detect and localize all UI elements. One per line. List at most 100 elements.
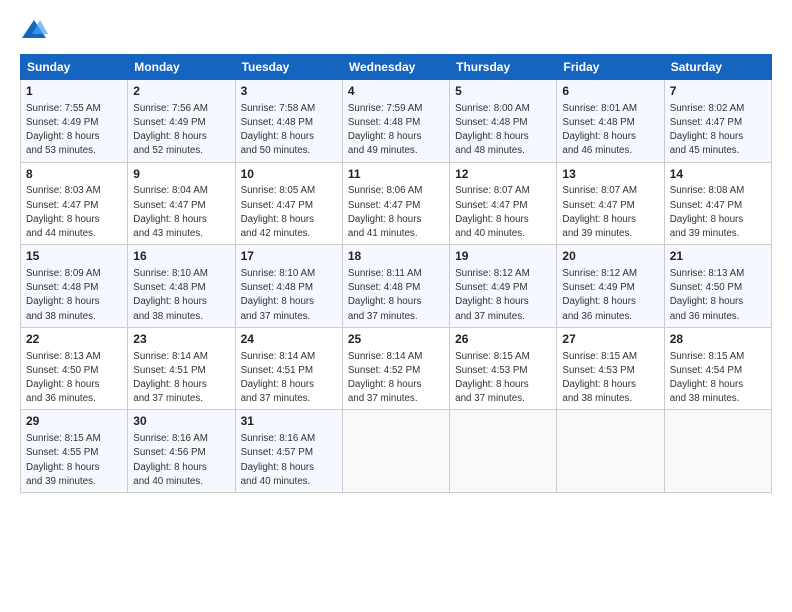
day-number: 19: [455, 248, 551, 265]
logo: [20, 16, 52, 44]
cell-content: Sunrise: 8:05 AM Sunset: 4:47 PM Dayligh…: [241, 184, 337, 241]
cell-content: Sunrise: 8:14 AM Sunset: 4:51 PM Dayligh…: [133, 350, 229, 407]
day-number: 13: [562, 166, 658, 183]
cell-content: Sunrise: 8:15 AM Sunset: 4:53 PM Dayligh…: [562, 350, 658, 407]
col-header-tuesday: Tuesday: [235, 55, 342, 80]
day-number: 16: [133, 248, 229, 265]
calendar-cell: 27Sunrise: 8:15 AM Sunset: 4:53 PM Dayli…: [557, 327, 664, 410]
calendar-cell: [664, 410, 771, 493]
cell-content: Sunrise: 8:07 AM Sunset: 4:47 PM Dayligh…: [562, 184, 658, 241]
calendar-cell: 3 Sunrise: 7:58 AM Sunset: 4:48 PM Daylig…: [235, 80, 342, 163]
calendar-cell: 11Sunrise: 8:06 AM Sunset: 4:47 PM Dayli…: [342, 162, 449, 245]
day-number: 29: [26, 413, 122, 430]
calendar-cell: [342, 410, 449, 493]
calendar-cell: 16Sunrise: 8:10 AM Sunset: 4:48 PM Dayli…: [128, 245, 235, 328]
calendar-cell: 15Sunrise: 8:09 AM Sunset: 4:48 PM Dayli…: [21, 245, 128, 328]
calendar-cell: 28 Sunrise: 8:15 AM Sunset: 4:54 PM Dayli…: [664, 327, 771, 410]
day-number: 10: [241, 166, 337, 183]
calendar-cell: 9Sunrise: 8:04 AM Sunset: 4:47 PM Daylig…: [128, 162, 235, 245]
col-header-saturday: Saturday: [664, 55, 771, 80]
cell-content: Sunrise: 8:14 AM Sunset: 4:52 PM Dayligh…: [348, 350, 444, 407]
col-header-friday: Friday: [557, 55, 664, 80]
cell-content: Sunrise: 8:09 AM Sunset: 4:48 PM Dayligh…: [26, 267, 122, 324]
cell-content: Sunrise: 8:02 AM Sunset: 4:47 PM Dayligh…: [670, 102, 766, 159]
col-header-thursday: Thursday: [450, 55, 557, 80]
day-number: 12: [455, 166, 551, 183]
week-row-4: 22Sunrise: 8:13 AM Sunset: 4:50 PM Dayli…: [21, 327, 772, 410]
calendar-cell: 12Sunrise: 8:07 AM Sunset: 4:47 PM Dayli…: [450, 162, 557, 245]
calendar-cell: 19 Sunrise: 8:12 AM Sunset: 4:49 PM Dayli…: [450, 245, 557, 328]
day-number: 14: [670, 166, 766, 183]
day-number: 5: [455, 83, 551, 100]
calendar-cell: 18 Sunrise: 8:11 AM Sunset: 4:48 PM Dayli…: [342, 245, 449, 328]
day-number: 31: [241, 413, 337, 430]
calendar-table: SundayMondayTuesdayWednesdayThursdayFrid…: [20, 54, 772, 493]
cell-content: Sunrise: 8:13 AM Sunset: 4:50 PM Dayligh…: [670, 267, 766, 324]
calendar-cell: 30 Sunrise: 8:16 AM Sunset: 4:56 PM Dayli…: [128, 410, 235, 493]
cell-content: Sunrise: 8:06 AM Sunset: 4:47 PM Dayligh…: [348, 184, 444, 241]
day-number: 30: [133, 413, 229, 430]
cell-content: Sunrise: 8:16 AM Sunset: 4:57 PM Dayligh…: [241, 432, 337, 489]
cell-content: Sunrise: 8:12 AM Sunset: 4:49 PM Dayligh…: [562, 267, 658, 324]
week-row-1: 1Sunrise: 7:55 AM Sunset: 4:49 PM Daylig…: [21, 80, 772, 163]
calendar-cell: 8Sunrise: 8:03 AM Sunset: 4:47 PM Daylig…: [21, 162, 128, 245]
cell-content: Sunrise: 8:08 AM Sunset: 4:47 PM Dayligh…: [670, 184, 766, 241]
day-number: 11: [348, 166, 444, 183]
calendar-cell: 10Sunrise: 8:05 AM Sunset: 4:47 PM Dayli…: [235, 162, 342, 245]
cell-content: Sunrise: 8:12 AM Sunset: 4:49 PM Dayligh…: [455, 267, 551, 324]
col-header-wednesday: Wednesday: [342, 55, 449, 80]
day-number: 24: [241, 331, 337, 348]
day-number: 3: [241, 83, 337, 100]
calendar-cell: 31 Sunrise: 8:16 AM Sunset: 4:57 PM Dayli…: [235, 410, 342, 493]
cell-content: Sunrise: 7:56 AM Sunset: 4:49 PM Dayligh…: [133, 102, 229, 159]
week-row-2: 8Sunrise: 8:03 AM Sunset: 4:47 PM Daylig…: [21, 162, 772, 245]
day-number: 9: [133, 166, 229, 183]
day-number: 7: [670, 83, 766, 100]
day-number: 23: [133, 331, 229, 348]
cell-content: Sunrise: 8:15 AM Sunset: 4:54 PM Dayligh…: [670, 350, 766, 407]
cell-content: Sunrise: 8:11 AM Sunset: 4:48 PM Dayligh…: [348, 267, 444, 324]
calendar-cell: 1Sunrise: 7:55 AM Sunset: 4:49 PM Daylig…: [21, 80, 128, 163]
day-number: 28: [670, 331, 766, 348]
calendar-cell: 29Sunrise: 8:15 AM Sunset: 4:55 PM Dayli…: [21, 410, 128, 493]
cell-content: Sunrise: 8:00 AM Sunset: 4:48 PM Dayligh…: [455, 102, 551, 159]
cell-content: Sunrise: 7:58 AM Sunset: 4:48 PM Dayligh…: [241, 102, 337, 159]
cell-content: Sunrise: 7:59 AM Sunset: 4:48 PM Dayligh…: [348, 102, 444, 159]
day-number: 21: [670, 248, 766, 265]
day-number: 4: [348, 83, 444, 100]
day-number: 22: [26, 331, 122, 348]
cell-content: Sunrise: 8:15 AM Sunset: 4:53 PM Dayligh…: [455, 350, 551, 407]
calendar-cell: 13Sunrise: 8:07 AM Sunset: 4:47 PM Dayli…: [557, 162, 664, 245]
day-number: 20: [562, 248, 658, 265]
calendar-cell: 23 Sunrise: 8:14 AM Sunset: 4:51 PM Dayli…: [128, 327, 235, 410]
calendar-cell: 17Sunrise: 8:10 AM Sunset: 4:48 PM Dayli…: [235, 245, 342, 328]
day-number: 18: [348, 248, 444, 265]
calendar-cell: 5 Sunrise: 8:00 AM Sunset: 4:48 PM Daylig…: [450, 80, 557, 163]
day-number: 8: [26, 166, 122, 183]
col-header-monday: Monday: [128, 55, 235, 80]
calendar-cell: 24 Sunrise: 8:14 AM Sunset: 4:51 PM Dayli…: [235, 327, 342, 410]
calendar-cell: 2 Sunrise: 7:56 AM Sunset: 4:49 PM Daylig…: [128, 80, 235, 163]
day-number: 25: [348, 331, 444, 348]
cell-content: Sunrise: 8:14 AM Sunset: 4:51 PM Dayligh…: [241, 350, 337, 407]
page: SundayMondayTuesdayWednesdayThursdayFrid…: [0, 0, 792, 612]
calendar-cell: [557, 410, 664, 493]
cell-content: Sunrise: 8:07 AM Sunset: 4:47 PM Dayligh…: [455, 184, 551, 241]
calendar-cell: 21 Sunrise: 8:13 AM Sunset: 4:50 PM Dayli…: [664, 245, 771, 328]
calendar-cell: 4 Sunrise: 7:59 AM Sunset: 4:48 PM Daylig…: [342, 80, 449, 163]
cell-content: Sunrise: 8:10 AM Sunset: 4:48 PM Dayligh…: [241, 267, 337, 324]
logo-icon: [20, 16, 48, 44]
col-header-sunday: Sunday: [21, 55, 128, 80]
week-row-5: 29Sunrise: 8:15 AM Sunset: 4:55 PM Dayli…: [21, 410, 772, 493]
calendar-cell: 26 Sunrise: 8:15 AM Sunset: 4:53 PM Dayli…: [450, 327, 557, 410]
day-number: 2: [133, 83, 229, 100]
calendar-cell: 6Sunrise: 8:01 AM Sunset: 4:48 PM Daylig…: [557, 80, 664, 163]
day-number: 1: [26, 83, 122, 100]
cell-content: Sunrise: 8:16 AM Sunset: 4:56 PM Dayligh…: [133, 432, 229, 489]
calendar-cell: 20 Sunrise: 8:12 AM Sunset: 4:49 PM Dayli…: [557, 245, 664, 328]
cell-content: Sunrise: 8:04 AM Sunset: 4:47 PM Dayligh…: [133, 184, 229, 241]
cell-content: Sunrise: 8:03 AM Sunset: 4:47 PM Dayligh…: [26, 184, 122, 241]
day-number: 26: [455, 331, 551, 348]
calendar-cell: 14Sunrise: 8:08 AM Sunset: 4:47 PM Dayli…: [664, 162, 771, 245]
header: [20, 16, 772, 44]
